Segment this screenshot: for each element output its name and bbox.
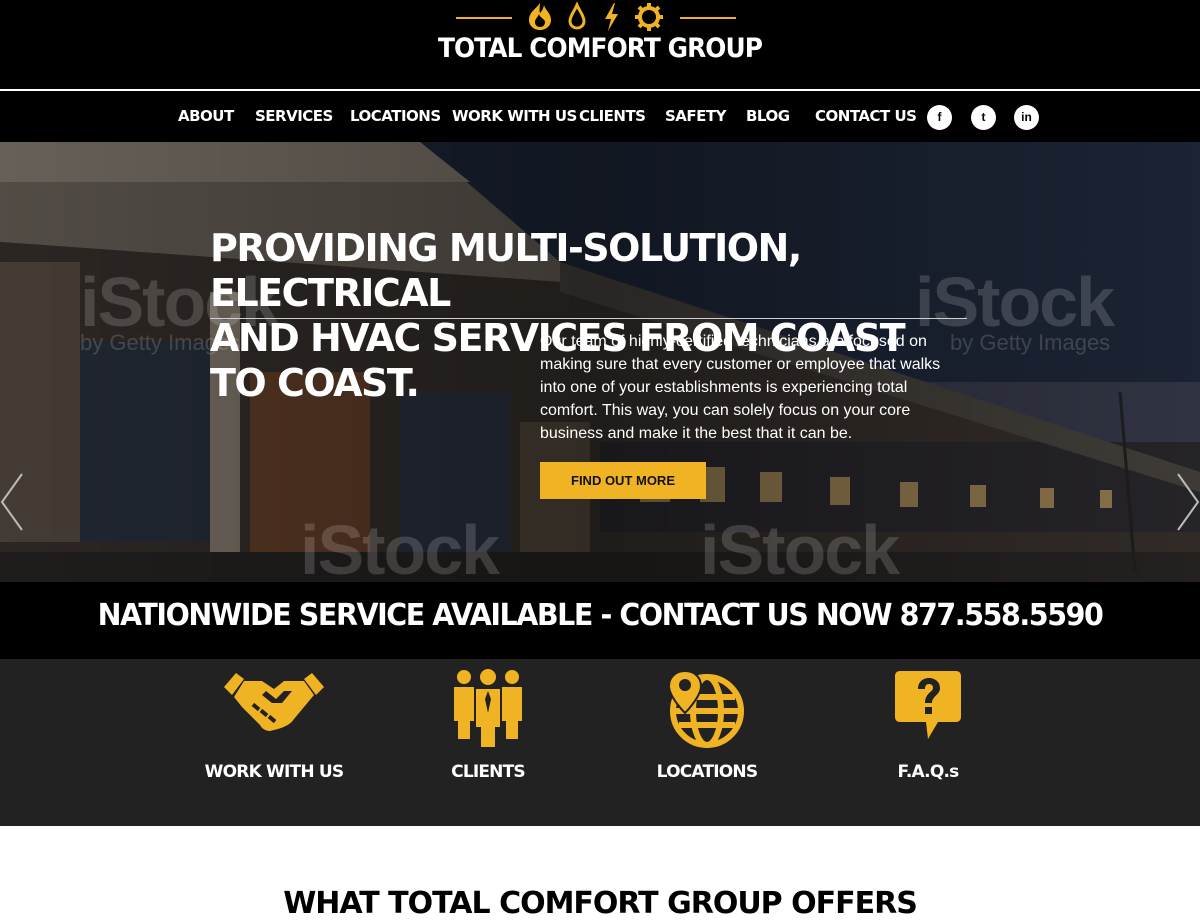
question-bubble-icon bbox=[895, 671, 961, 739]
hero-description: Our team of highly-certified technicians… bbox=[540, 333, 941, 442]
slider-next-arrow-icon[interactable] bbox=[1170, 472, 1200, 532]
feature-label: F.A.Q.s bbox=[897, 762, 960, 782]
feature-clients[interactable]: CLIENTS bbox=[388, 659, 588, 826]
feature-label: WORK WITH US bbox=[204, 762, 344, 782]
banner-text[interactable]: NATIONWIDE SERVICE AVAILABLE - CONTACT U… bbox=[30, 598, 1170, 633]
flame-icon bbox=[529, 3, 551, 30]
hero-slider: iStock by Getty Images iStock by Getty I… bbox=[0, 142, 1200, 582]
nav-item-safety[interactable]: SAFETY bbox=[665, 107, 727, 125]
feature-strip: WORK WITH US CLIENTS LOCATIONS F.A.Q.s bbox=[0, 659, 1200, 826]
find-out-more-button[interactable]: FIND OUT MORE bbox=[540, 462, 706, 499]
hero-title-line-1: PROVIDING MULTI-SOLUTION, ELECTRICAL bbox=[210, 226, 802, 315]
nav-item-blog[interactable]: BLOG bbox=[746, 107, 790, 125]
site-header: TOTAL COMFORT GROUP bbox=[0, 0, 1200, 89]
nav-item-about[interactable]: ABOUT bbox=[178, 107, 234, 125]
feature-work-with-us[interactable]: WORK WITH US bbox=[174, 659, 374, 826]
nav-item-contact-us[interactable]: CONTACT US bbox=[815, 107, 917, 125]
feature-label: CLIENTS bbox=[451, 762, 526, 782]
facebook-icon[interactable]: f bbox=[927, 105, 952, 130]
logo-wordmark[interactable]: TOTAL COMFORT GROUP bbox=[48, 33, 1152, 64]
drop-icon bbox=[568, 1, 586, 30]
watermark-subtext: by Getty Images bbox=[950, 330, 1111, 355]
nav-item-work-with-us[interactable]: WORK WITH US bbox=[452, 107, 577, 125]
twitter-icon[interactable]: t bbox=[971, 105, 996, 130]
nav-item-services[interactable]: SERVICES bbox=[255, 107, 333, 125]
watermark-text: iStock bbox=[300, 511, 500, 582]
offers-section-title: WHAT TOTAL COMFORT GROUP OFFERS bbox=[283, 886, 918, 921]
globe-pin-icon bbox=[667, 669, 744, 748]
main-nav: ABOUT SERVICES LOCATIONS WORK WITH US CL… bbox=[0, 91, 1200, 142]
logo-left-rule bbox=[456, 17, 512, 19]
logo-icons bbox=[529, 1, 663, 31]
hero-divider bbox=[210, 318, 967, 319]
gear-icon bbox=[635, 3, 663, 31]
nav-item-clients[interactable]: CLIENTS bbox=[579, 107, 646, 125]
feature-faqs[interactable]: F.A.Q.s bbox=[828, 659, 1028, 826]
contact-banner: NATIONWIDE SERVICE AVAILABLE - CONTACT U… bbox=[0, 582, 1200, 659]
feature-locations[interactable]: LOCATIONS bbox=[607, 659, 807, 826]
feature-label: LOCATIONS bbox=[656, 762, 758, 782]
bolt-icon bbox=[605, 3, 618, 31]
linkedin-icon[interactable]: in bbox=[1014, 105, 1039, 130]
handshake-icon bbox=[224, 673, 324, 731]
people-icon bbox=[454, 669, 522, 747]
watermark-text: iStock bbox=[700, 511, 900, 582]
slider-prev-arrow-icon[interactable] bbox=[0, 472, 30, 532]
nav-item-locations[interactable]: LOCATIONS bbox=[350, 107, 441, 125]
logo-right-rule bbox=[680, 17, 736, 19]
